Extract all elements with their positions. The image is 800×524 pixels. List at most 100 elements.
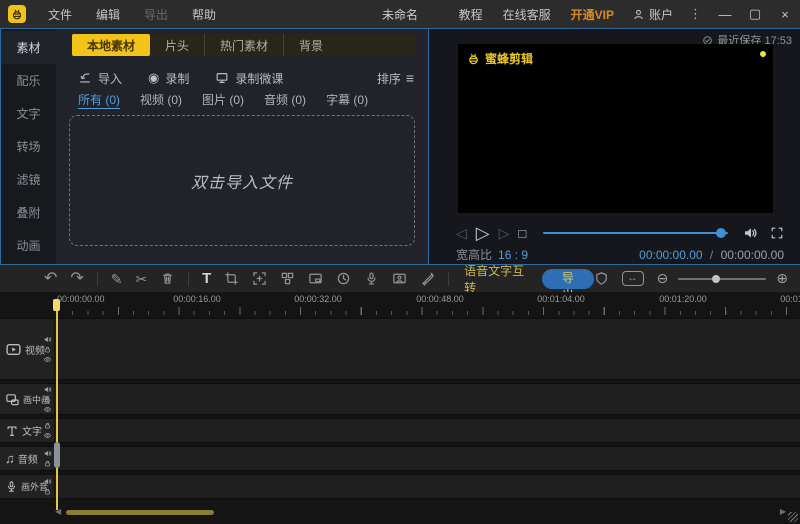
sidebar-item-music[interactable]: 配乐 [1,64,56,97]
track-text-lane[interactable] [55,419,800,442]
fit-timeline-icon[interactable]: ↔ [621,271,644,286]
track-lock-icon[interactable] [43,345,52,354]
track-pip-lane[interactable] [55,384,800,414]
track-lock-icon[interactable] [43,395,52,404]
track-video-lane[interactable] [55,319,800,379]
track-video-header: 视频 [0,319,55,379]
track-visibility-icon[interactable] [43,355,52,364]
scissors-icon[interactable]: ✂ [135,272,147,286]
tab-intro[interactable]: 片头 [150,34,206,56]
track-mute-icon[interactable] [43,477,52,486]
more-menu-icon[interactable]: ⋮ [681,6,710,22]
track-mute-icon[interactable] [43,385,52,394]
import-button[interactable]: 导入 [78,70,122,87]
project-title: 未命名 [381,7,419,22]
sidebar-item-filter[interactable]: 滤镜 [1,163,56,196]
text-tool-icon[interactable]: T [202,271,211,286]
sort-icon: ≡ [405,70,414,86]
pencil-icon[interactable]: ✎ [111,272,123,286]
trash-icon[interactable] [160,271,175,286]
record-button[interactable]: ◉ 录制 [148,70,189,87]
speed-clock-icon[interactable] [336,271,351,286]
next-frame-button[interactable]: ▷ [499,225,510,242]
tab-hot-media[interactable]: 热门素材 [205,34,285,56]
zoom-out-icon[interactable]: ⊖ [657,270,669,287]
menu-edit[interactable]: 编辑 [84,6,132,23]
online-support-link[interactable]: 在线客服 [493,6,561,23]
mic-icon[interactable] [364,271,379,286]
stop-button[interactable]: □ [518,226,526,241]
menu-export[interactable]: 导出 [132,6,180,23]
upgrade-vip-link[interactable]: 开通VIP [561,6,624,23]
export-button[interactable]: 导出 [542,268,594,302]
sidebar-item-animation[interactable]: 动画 [1,229,56,262]
track-video: 视频 [0,318,800,380]
aspect-ratio-value[interactable]: 16 : 9 [498,248,528,262]
titlebar: 文件 编辑 导出 帮助 未命名 教程 在线客服 开通VIP 账户 ⋮ — ▢ × [0,0,800,28]
record-screen-button[interactable]: 录制微课 [215,70,283,87]
hscroll-right-arrow-icon[interactable]: ▶ [780,507,786,516]
pip-icon[interactable] [308,271,323,286]
filter-image[interactable]: 图片 (0) [202,91,244,109]
sidebar-item-transition[interactable]: 转场 [1,130,56,163]
track-lock-icon[interactable] [43,487,52,496]
speech-text-convert-button[interactable]: 语音文字互转 [464,262,528,296]
person-icon [632,8,645,21]
tab-background[interactable]: 背景 [284,34,338,56]
style-brush-icon[interactable] [420,271,435,286]
minimize-button[interactable]: — [710,0,740,28]
zoom-frame-icon[interactable] [252,271,267,286]
import-dropzone[interactable]: 双击导入文件 [69,115,415,246]
track-lock-icon[interactable] [43,421,52,430]
sidebar-item-overlay[interactable]: 叠附 [1,196,56,229]
undo-icon[interactable]: ↶ [44,270,57,287]
timeline-zoom-knob[interactable] [712,274,721,283]
track-audio-lane[interactable] [55,447,800,470]
filter-all[interactable]: 所有 (0) [78,91,121,109]
playhead-handle[interactable] [53,299,60,311]
sort-button[interactable]: 排序 ≡ [377,70,414,87]
previous-frame-button[interactable]: ◁ [456,225,467,242]
track-visibility-icon[interactable] [43,405,52,414]
track-lock-icon[interactable] [43,459,52,468]
playhead-grip[interactable] [54,442,60,468]
time-ruler[interactable]: 00:00:00.00 00:00:16.00 00:00:32.00 00:0… [0,292,800,316]
shield-icon[interactable] [594,271,609,286]
track-visibility-icon[interactable] [43,431,52,440]
menu-file[interactable]: 文件 [36,6,84,23]
play-button[interactable]: ▷ [476,223,490,244]
timeline-zoom-slider[interactable] [678,274,767,284]
filter-audio[interactable]: 音频 (0) [264,91,306,109]
account-button[interactable]: 账户 [624,6,681,23]
track-mute-icon[interactable] [43,449,52,458]
maximize-button[interactable]: ▢ [740,0,770,28]
tab-local-media[interactable]: 本地素材 [72,34,151,56]
fullscreen-button[interactable] [770,226,784,240]
sidebar-item-media[interactable]: 素材 [1,31,56,64]
hscroll-left-arrow-icon[interactable]: ◀ [55,507,61,516]
window-resize-grip[interactable] [788,512,798,522]
track-pip-header: 画中画 [0,384,55,414]
close-button[interactable]: × [770,0,800,28]
sidebar-item-text[interactable]: 文字 [1,97,56,130]
filter-video[interactable]: 视频 (0) [140,91,182,109]
track-voiceover-header: 画外音 [0,475,55,498]
timecode-current: 00:00:00.00 [639,247,703,262]
video-viewport[interactable]: 蜜蜂剪辑 [458,44,773,213]
seek-slider[interactable] [543,227,728,239]
menu-help[interactable]: 帮助 [180,6,228,23]
playback-controls: ◁ ▷ ▷ □ [456,222,784,244]
track-voiceover-lane[interactable] [55,475,800,498]
zoom-in-icon[interactable]: ⊕ [776,270,788,287]
crop-icon[interactable] [224,271,239,286]
volume-button[interactable] [742,225,758,241]
tutorial-link[interactable]: 教程 [449,6,493,23]
preview-info-row: 宽高比 16 : 9 00:00:00.00 / 00:00:00.00 [456,246,784,263]
filter-subtitle[interactable]: 字幕 (0) [326,91,368,109]
hscroll-thumb[interactable] [66,510,214,515]
camera-icon[interactable] [392,271,407,286]
seek-knob[interactable] [716,228,726,238]
track-mute-icon[interactable] [43,335,52,344]
mosaic-icon[interactable] [280,271,295,286]
redo-icon[interactable]: ↷ [70,270,83,287]
